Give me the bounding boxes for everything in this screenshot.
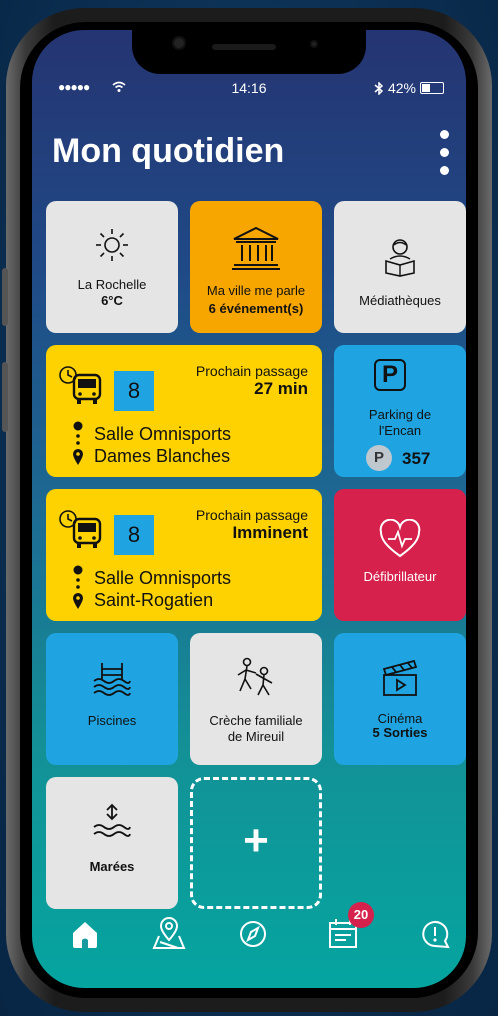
bottom-tab-bar: 20: [32, 902, 466, 980]
parking-tile[interactable]: P Parking de l'Encan P 357: [334, 345, 466, 477]
daycare-label-line2: de Mireuil: [227, 729, 285, 744]
sun-icon: [96, 229, 128, 261]
bus-line-number: 8: [114, 371, 154, 411]
weather-tile[interactable]: La Rochelle 6°C: [46, 201, 178, 333]
city-talks-events: 6 événement(s): [208, 301, 304, 316]
next-departure: Prochain passage Imminent: [196, 507, 308, 543]
home-icon[interactable]: [62, 910, 108, 956]
next-departure-time: 27 min: [254, 379, 308, 398]
add-tile-button[interactable]: +: [190, 777, 322, 909]
volume-up-button: [2, 268, 8, 326]
parking-icon: P: [374, 359, 406, 391]
tide-icon: [93, 803, 131, 837]
next-departure: Prochain passage 27 min: [196, 363, 308, 399]
city-talks-tile[interactable]: Ma ville me parle 6 événement(s): [190, 201, 322, 333]
cinema-count: 5 Sorties: [372, 725, 428, 740]
bus-tile-dames-blanches[interactable]: 8 Prochain passage 27 min Salle Omnispor…: [46, 345, 322, 477]
bus-line-number: 8: [114, 515, 154, 555]
speaker: [212, 44, 276, 50]
route-dots-icon: [73, 565, 83, 609]
defibrillator-tile[interactable]: Défibrillateur: [334, 489, 466, 621]
battery-fill: [422, 84, 430, 92]
status-bar: ●●●●● 14:16 42%: [32, 80, 466, 100]
compass-icon[interactable]: [230, 910, 276, 956]
tides-tile[interactable]: Marées: [46, 777, 178, 909]
next-departure-label: Prochain passage: [195, 507, 308, 523]
route-dots-icon: [73, 421, 83, 465]
notch: [132, 30, 366, 74]
bus-destination: Dames Blanches: [94, 446, 231, 466]
defibrillator-label: Défibrillateur: [363, 569, 437, 584]
battery-percent: 42%: [387, 80, 416, 96]
libraries-tile[interactable]: Médiathèques: [334, 201, 466, 333]
weather-temp: 6°C: [101, 293, 123, 308]
parking-spaces: 357: [402, 449, 431, 468]
bus-stop-name: Salle Omnisports: [94, 568, 232, 588]
parking-badge: P: [366, 445, 392, 471]
next-departure-time: Imminent: [232, 523, 308, 542]
parking-name-line2: l'Encan: [378, 423, 422, 438]
weather-city: La Rochelle: [77, 277, 147, 292]
bus-destination: Saint-Rogatien: [94, 590, 214, 610]
clapperboard-icon: [382, 659, 418, 696]
help-chat-icon[interactable]: [412, 910, 458, 956]
map-pin-icon[interactable]: [146, 910, 192, 956]
bluetooth-icon: [374, 81, 384, 95]
page-title: Mon quotidien: [52, 132, 285, 170]
tides-label: Marées: [89, 859, 135, 874]
daycare-label-line1: Crèche familiale: [209, 713, 303, 728]
bus-clock-icon: [59, 366, 102, 404]
bus-clock-icon: [59, 510, 102, 548]
agenda-badge: 20: [348, 902, 374, 928]
battery-indicator: 42%: [374, 80, 444, 96]
reading-person-icon: [385, 239, 415, 277]
bus-stop-name: Salle Omnisports: [94, 424, 232, 444]
app-screen: ●●●●● 14:16 42% Mon quotidien La Rochell…: [32, 30, 466, 988]
next-departure-label: Prochain passage: [195, 363, 308, 379]
volume-down-button: [2, 362, 8, 432]
town-hall-icon: [232, 226, 280, 270]
add-icon: +: [243, 816, 269, 865]
front-camera: [172, 36, 186, 50]
cinema-tile[interactable]: Cinéma 5 Sorties: [334, 633, 466, 765]
parking-name-line1: Parking de: [368, 407, 432, 422]
more-menu-icon[interactable]: [438, 130, 450, 176]
agenda-tab[interactable]: 20: [322, 902, 374, 956]
sensor: [310, 40, 318, 48]
daycare-tile[interactable]: Crèche familiale de Mireuil: [190, 633, 322, 765]
children-icon: [237, 657, 273, 696]
swimming-pool-icon: [93, 663, 131, 696]
pools-label: Piscines: [87, 713, 137, 728]
bus-tile-saint-rogatien[interactable]: 8 Prochain passage Imminent Salle Omnisp…: [46, 489, 322, 621]
battery-icon: [420, 82, 444, 94]
pools-tile[interactable]: Piscines: [46, 633, 178, 765]
libraries-label: Médiathèques: [359, 293, 441, 308]
heart-pulse-icon: [379, 519, 421, 558]
city-talks-label: Ma ville me parle: [206, 283, 306, 298]
